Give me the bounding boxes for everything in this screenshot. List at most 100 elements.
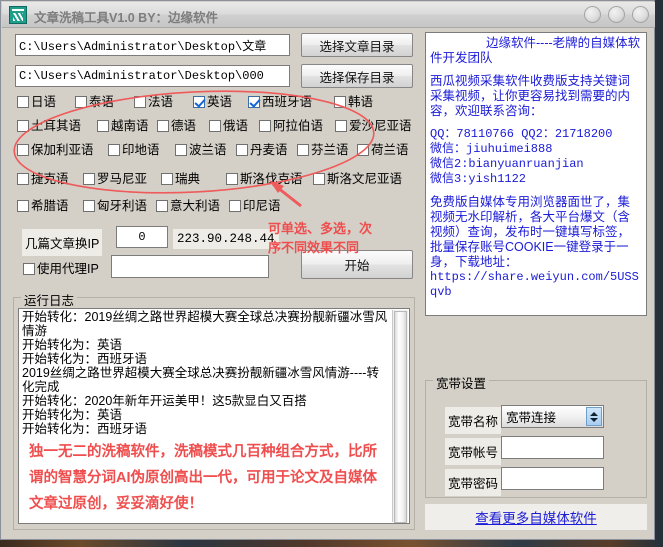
- checkbox-box: [335, 120, 347, 133]
- lang-label: 丹麦语: [250, 143, 288, 157]
- lang-checkbox-korean[interactable]: 韩语: [334, 96, 373, 109]
- change-ip-label: 几篇文章换IP: [22, 229, 103, 256]
- lang-checkbox-vietnamese[interactable]: 越南语: [97, 120, 149, 133]
- checkbox-box: [23, 263, 35, 276]
- checkbox-box: [17, 96, 29, 109]
- lang-checkbox-russian[interactable]: 俄语: [209, 120, 248, 133]
- use-proxy-checkbox[interactable]: 使用代理IP: [23, 263, 99, 276]
- checkbox-box: [209, 120, 221, 133]
- lang-checkbox-japanese[interactable]: 日语: [17, 96, 56, 109]
- lang-checkbox-dutch[interactable]: 荷兰语: [357, 144, 409, 157]
- lang-checkbox-hungarian[interactable]: 匈牙利语: [83, 200, 147, 213]
- save-dir-input[interactable]: C:\Users\Administrator\Desktop\000: [15, 65, 290, 87]
- maximize-button[interactable]: [608, 6, 625, 23]
- checkbox-box: [17, 173, 29, 186]
- broadband-group-legend: 宽带设置: [433, 373, 490, 392]
- lang-checkbox-french[interactable]: 法语: [134, 96, 173, 109]
- lang-checkbox-slovenian[interactable]: 斯洛文尼亚语: [313, 173, 402, 186]
- broadband-name-label: 宽带名称: [445, 407, 502, 434]
- info-company: 边缘软件----老牌的自媒体软件开发团队: [430, 36, 641, 65]
- checkbox-box: [357, 144, 369, 157]
- lang-label: 泰语: [89, 95, 115, 109]
- select-save-dir-button[interactable]: 选择保存目录: [301, 64, 413, 88]
- broadband-password-input[interactable]: [501, 467, 604, 490]
- log-textarea[interactable]: 开始转化：2019丝绸之路世界超模大赛全球总决赛扮靓新疆冰雪风情游 开始转化为：…: [18, 308, 410, 524]
- lang-checkbox-indonesian[interactable]: 印尼语: [229, 200, 281, 213]
- lang-label: 阿拉伯语: [273, 119, 324, 133]
- lang-label: 希腊语: [31, 199, 69, 213]
- change-ip-input[interactable]: 0: [116, 226, 168, 248]
- annotation-languages-line2: 序不同效果不同: [268, 240, 360, 255]
- lang-checkbox-thai[interactable]: 泰语: [75, 96, 114, 109]
- lang-checkbox-slovak[interactable]: 斯洛伐克语: [226, 173, 303, 186]
- lang-checkbox-german[interactable]: 德语: [157, 120, 196, 133]
- lang-checkbox-arabic[interactable]: 阿拉伯语: [259, 120, 323, 133]
- info-download-url: https://share.weiyun.com/5USSqvb: [430, 270, 639, 299]
- lang-label: 罗马尼亚: [97, 172, 148, 186]
- lang-checkbox-polish[interactable]: 波兰语: [175, 144, 227, 157]
- lang-label: 俄语: [223, 119, 249, 133]
- checkbox-box: [259, 120, 271, 133]
- lang-checkbox-czech[interactable]: 捷克语: [17, 173, 69, 186]
- broadband-account-label: 宽带帐号: [445, 438, 502, 465]
- lang-checkbox-english[interactable]: 英语: [193, 96, 232, 109]
- log-line: 开始转化为：英语: [22, 338, 123, 352]
- lang-checkbox-bulgarian[interactable]: 保加利亚语: [17, 144, 94, 157]
- checkbox-box: [108, 144, 120, 157]
- lang-checkbox-danish[interactable]: 丹麦语: [236, 144, 288, 157]
- log-promo-text: 独一无二的洗稿软件，洗稿模式几百种组合方式，比所谓的智慧分词AI伪原创高出一代，…: [29, 444, 377, 512]
- info-panel[interactable]: 边缘软件----老牌的自媒体软件开发团队 西瓜视频采集软件收费版支持关键词采集视…: [425, 32, 647, 316]
- info-spacer-2: [430, 119, 642, 127]
- checkbox-box: [236, 144, 248, 157]
- log-scrollbar[interactable]: [392, 310, 408, 523]
- proxy-input[interactable]: [111, 255, 269, 278]
- lang-label: 韩语: [348, 95, 374, 109]
- lang-label: 芬兰语: [311, 143, 349, 157]
- lang-checkbox-estonian[interactable]: 爱沙尼亚语: [335, 120, 412, 133]
- info-wechat-2: 微信2:bianyuanruanjian: [430, 157, 584, 171]
- checkbox-box: [157, 120, 169, 133]
- info-wechat-1: 微信：jiuhuimei888: [430, 142, 553, 156]
- checkbox-box: [229, 200, 241, 213]
- window-buttons: [584, 6, 649, 23]
- lang-checkbox-spanish[interactable]: 西班牙语: [248, 96, 312, 109]
- lang-checkbox-romanian[interactable]: 罗马尼亚: [83, 173, 147, 186]
- broadband-name-value: 宽带连接: [506, 411, 557, 425]
- log-scrollbar-thumb[interactable]: [394, 311, 407, 523]
- minimize-button[interactable]: [584, 6, 601, 23]
- current-ip-value: 223.90.248.44: [173, 229, 279, 249]
- log-line: 开始转化：2020年新年开运美甲！这5款显白又百搭: [22, 394, 307, 408]
- log-lines: 开始转化：2019丝绸之路世界超模大赛全球总决赛扮靓新疆冰雪风情游 开始转化为：…: [22, 310, 391, 436]
- info-browser: 免费版自媒体专用浏览器面世了，集视频无水印解析，各大平台爆文（含视频）查询，发布…: [430, 195, 631, 269]
- checkbox-box: [83, 200, 95, 213]
- lang-checkbox-finnish[interactable]: 芬兰语: [297, 144, 349, 157]
- lang-label: 爱沙尼亚语: [349, 119, 412, 133]
- lang-checkbox-turkish[interactable]: 土耳其语: [17, 120, 81, 133]
- chevron-updown-icon[interactable]: [586, 407, 602, 426]
- close-button[interactable]: [632, 6, 649, 23]
- lang-checkbox-hindi[interactable]: 印地语: [108, 144, 160, 157]
- lang-label: 斯洛文尼亚语: [327, 172, 403, 186]
- lang-label: 匈牙利语: [97, 199, 148, 213]
- broadband-name-select[interactable]: 宽带连接: [501, 405, 604, 428]
- lang-label: 越南语: [111, 119, 149, 133]
- article-dir-input[interactable]: C:\Users\Administrator\Desktop\文章: [15, 34, 290, 56]
- lang-checkbox-italian[interactable]: 意大利语: [156, 200, 220, 213]
- checkbox-box: [248, 96, 260, 109]
- info-wechat-3: 微信3:yish1122: [430, 172, 527, 186]
- log-line: 2019丝绸之路世界超模大赛全球总决赛扮靓新疆冰雪风情游----转化完成: [22, 366, 379, 394]
- log-line: 开始转化：2019丝绸之路世界超模大赛全球总决赛扮靓新疆冰雪风情游: [22, 310, 388, 338]
- more-software-link[interactable]: 查看更多自媒体软件: [475, 507, 597, 527]
- info-product: 西瓜视频采集软件收费版支持关键词采集视频，让你更容易找到需要的内容，欢迎联系咨询…: [430, 74, 631, 118]
- log-line: 开始转化为：英语: [22, 408, 123, 422]
- more-software-linkbar[interactable]: 查看更多自媒体软件: [425, 504, 647, 530]
- broadband-account-input[interactable]: [501, 436, 604, 459]
- select-article-dir-button[interactable]: 选择文章目录: [301, 33, 413, 57]
- main-window: 文章洗稿工具V1.0 BY：边缘软件 C:\Users\Administrato…: [0, 0, 655, 540]
- lang-label: 法语: [148, 95, 174, 109]
- lang-checkbox-greek[interactable]: 希腊语: [17, 200, 69, 213]
- lang-label: 英语: [207, 95, 233, 109]
- checkbox-box: [156, 200, 168, 213]
- broadband-password-label: 宽带密码: [445, 469, 502, 496]
- lang-checkbox-swedish[interactable]: 瑞典: [161, 173, 200, 186]
